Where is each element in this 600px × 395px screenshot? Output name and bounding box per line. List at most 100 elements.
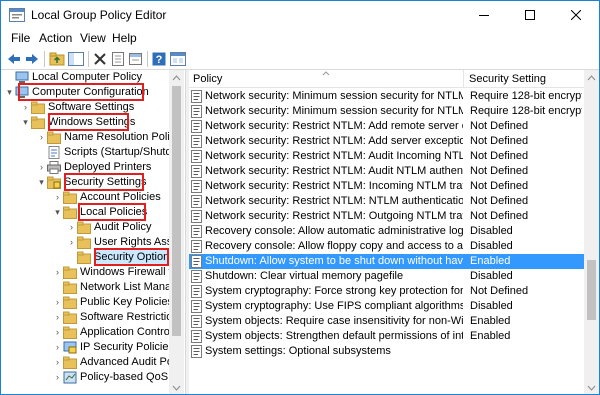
tree-scrollbar-thumb[interactable]	[172, 86, 181, 336]
tree-item-network-list-manage[interactable]: Network List Manage	[53, 280, 169, 295]
expanded-chevron-icon[interactable]: ▾	[5, 85, 14, 100]
show-hide-tree-button[interactable]	[67, 50, 85, 68]
collapsed-chevron-icon[interactable]: ›	[37, 160, 46, 175]
tree-item-local-policies[interactable]: ▾ Local Policies	[53, 205, 169, 220]
up-one-level-button[interactable]	[48, 50, 66, 68]
title-bar[interactable]: Local Group Policy Editor	[1, 1, 599, 29]
collapsed-chevron-icon[interactable]: ›	[53, 295, 62, 310]
collapsed-chevron-icon[interactable]: ›	[67, 220, 76, 235]
menu-file[interactable]: File	[7, 31, 34, 45]
tree-item-label: Computer Configuration	[32, 86, 149, 98]
tree-item-account-policies[interactable]: › Account Policies	[53, 190, 169, 205]
policy-setting-icon	[191, 135, 203, 148]
menu-view[interactable]: View	[76, 31, 110, 45]
tree-item-software-settings[interactable]: › Software Settings	[21, 100, 169, 115]
list-vertical-scrollbar[interactable]	[584, 70, 599, 394]
forward-button[interactable]	[23, 50, 41, 68]
policy-row[interactable]: Network security: Restrict NTLM: Audit I…	[189, 149, 584, 164]
tree-item-ip-security-policies-o[interactable]: › IP Security Policies o	[53, 340, 169, 355]
minimize-button[interactable]	[461, 1, 507, 29]
policy-row[interactable]: System objects: Require case insensitivi…	[189, 314, 584, 329]
back-button[interactable]	[5, 50, 23, 68]
mmc-view-icon	[170, 52, 186, 66]
collapsed-chevron-icon[interactable]: ›	[53, 325, 62, 340]
policy-row[interactable]: Network security: Restrict NTLM: Audit N…	[189, 164, 584, 179]
policy-row[interactable]: Shutdown: Clear virtual memory pagefile D…	[189, 269, 584, 284]
tree-vertical-scrollbar[interactable]	[169, 70, 184, 394]
menu-action[interactable]: Action	[35, 31, 76, 45]
column-header-security-setting[interactable]: Security Setting	[469, 73, 546, 85]
policy-setting-icon	[191, 300, 203, 313]
folder-icon	[47, 131, 61, 144]
collapsed-chevron-icon[interactable]: ›	[53, 310, 62, 325]
tree-item-policy-based-qos[interactable]: › Policy-based QoS	[53, 370, 169, 385]
policy-row[interactable]: System objects: Strengthen default permi…	[189, 329, 584, 344]
menu-help[interactable]: Help	[108, 31, 141, 45]
policy-row[interactable]: Recovery console: Allow automatic admini…	[189, 224, 584, 239]
list-header: Policy Security Setting	[189, 70, 584, 88]
tree-item-windows-firewall-wit[interactable]: › Windows Firewall wit	[53, 265, 169, 280]
tree-item-security-options[interactable]: Security Options	[67, 250, 169, 265]
tree-item-software-restriction[interactable]: › Software Restriction	[53, 310, 169, 325]
expanded-chevron-icon[interactable]: ▾	[37, 175, 46, 190]
properties-button[interactable]	[109, 50, 127, 68]
close-button[interactable]	[553, 1, 599, 29]
policy-setting-icon	[191, 90, 203, 103]
collapsed-chevron-icon[interactable]: ›	[53, 370, 62, 385]
tree-toggle-spacer	[53, 280, 62, 295]
tree-item-advanced-audit-poli[interactable]: › Advanced Audit Poli	[53, 355, 169, 370]
tree-toggle-spacer	[5, 70, 14, 85]
tree-item-computer-configuration[interactable]: ▾ Computer Configuration	[5, 85, 169, 100]
collapsed-chevron-icon[interactable]: ›	[21, 100, 30, 115]
policy-row[interactable]: Network security: Restrict NTLM: Add ser…	[189, 134, 584, 149]
tree-item-scripts-startup-shutdo[interactable]: Scripts (Startup/Shutdo	[37, 145, 169, 160]
tree-item-audit-policy[interactable]: › Audit Policy	[67, 220, 169, 235]
policy-row[interactable]: Network security: Minimum session securi…	[189, 89, 584, 104]
policy-row[interactable]: Network security: Restrict NTLM: Add rem…	[189, 119, 584, 134]
security-setting-value: Require 128-bit encrypti...	[470, 90, 582, 102]
tree-item-label: Windows Firewall wit	[80, 266, 169, 278]
policy-row[interactable]: Recovery console: Allow floppy copy and …	[189, 239, 584, 254]
column-divider[interactable]	[463, 70, 464, 88]
column-header-policy[interactable]: Policy	[193, 73, 222, 85]
security-setting-value: Not Defined	[470, 165, 529, 177]
scroll-up-icon	[587, 75, 596, 81]
policy-setting-icon	[191, 210, 203, 223]
delete-button[interactable]	[91, 50, 109, 68]
collapsed-chevron-icon[interactable]: ›	[67, 235, 76, 250]
policy-row[interactable]: Shutdown: Allow system to be shut down w…	[189, 254, 584, 269]
policy-row[interactable]: System settings: Optional subsystems	[189, 344, 584, 359]
list-scrollbar-thumb[interactable]	[587, 260, 596, 320]
policy-row[interactable]: System cryptography: Use FIPS compliant …	[189, 299, 584, 314]
security-setting-value: Not Defined	[470, 195, 529, 207]
printer-icon	[47, 161, 61, 174]
maximize-button[interactable]	[507, 1, 553, 29]
tree-item-label: Scripts (Startup/Shutdo	[64, 146, 169, 158]
policy-row[interactable]: Network security: Restrict NTLM: Outgoin…	[189, 209, 584, 224]
help-button[interactable]: ?	[150, 50, 168, 68]
policy-row[interactable]: Network security: Restrict NTLM: NTLM au…	[189, 194, 584, 209]
tree-item-deployed-printers[interactable]: › Deployed Printers	[37, 160, 169, 175]
view-button[interactable]	[169, 50, 187, 68]
folder-icon	[77, 221, 91, 234]
ipsec-icon	[63, 341, 77, 354]
tree-item-windows-settings[interactable]: ▾ Windows Settings	[21, 115, 169, 130]
tree-item-application-control[interactable]: › Application Control	[53, 325, 169, 340]
tree-item-security-settings[interactable]: ▾ Security Settings	[37, 175, 169, 190]
collapsed-chevron-icon[interactable]: ›	[53, 265, 62, 280]
tree-item-local-computer-policy[interactable]: Local Computer Policy	[5, 70, 169, 85]
collapsed-chevron-icon[interactable]: ›	[37, 130, 46, 145]
expanded-chevron-icon[interactable]: ▾	[21, 115, 30, 130]
collapsed-chevron-icon[interactable]: ›	[53, 190, 62, 205]
collapsed-chevron-icon[interactable]: ›	[53, 355, 62, 370]
expanded-chevron-icon[interactable]: ▾	[53, 205, 62, 220]
policy-row[interactable]: Network security: Minimum session securi…	[189, 104, 584, 119]
policy-row[interactable]: Network security: Restrict NTLM: Incomin…	[189, 179, 584, 194]
collapsed-chevron-icon[interactable]: ›	[53, 340, 62, 355]
tree-item-name-resolution-policy[interactable]: › Name Resolution Policy	[37, 130, 169, 145]
tree-item-user-rights-assig[interactable]: › User Rights Assig	[67, 235, 169, 250]
scroll-down-icon	[587, 385, 596, 391]
export-list-button[interactable]	[127, 50, 145, 68]
tree-item-public-key-policies[interactable]: › Public Key Policies	[53, 295, 169, 310]
policy-row[interactable]: System cryptography: Force strong key pr…	[189, 284, 584, 299]
